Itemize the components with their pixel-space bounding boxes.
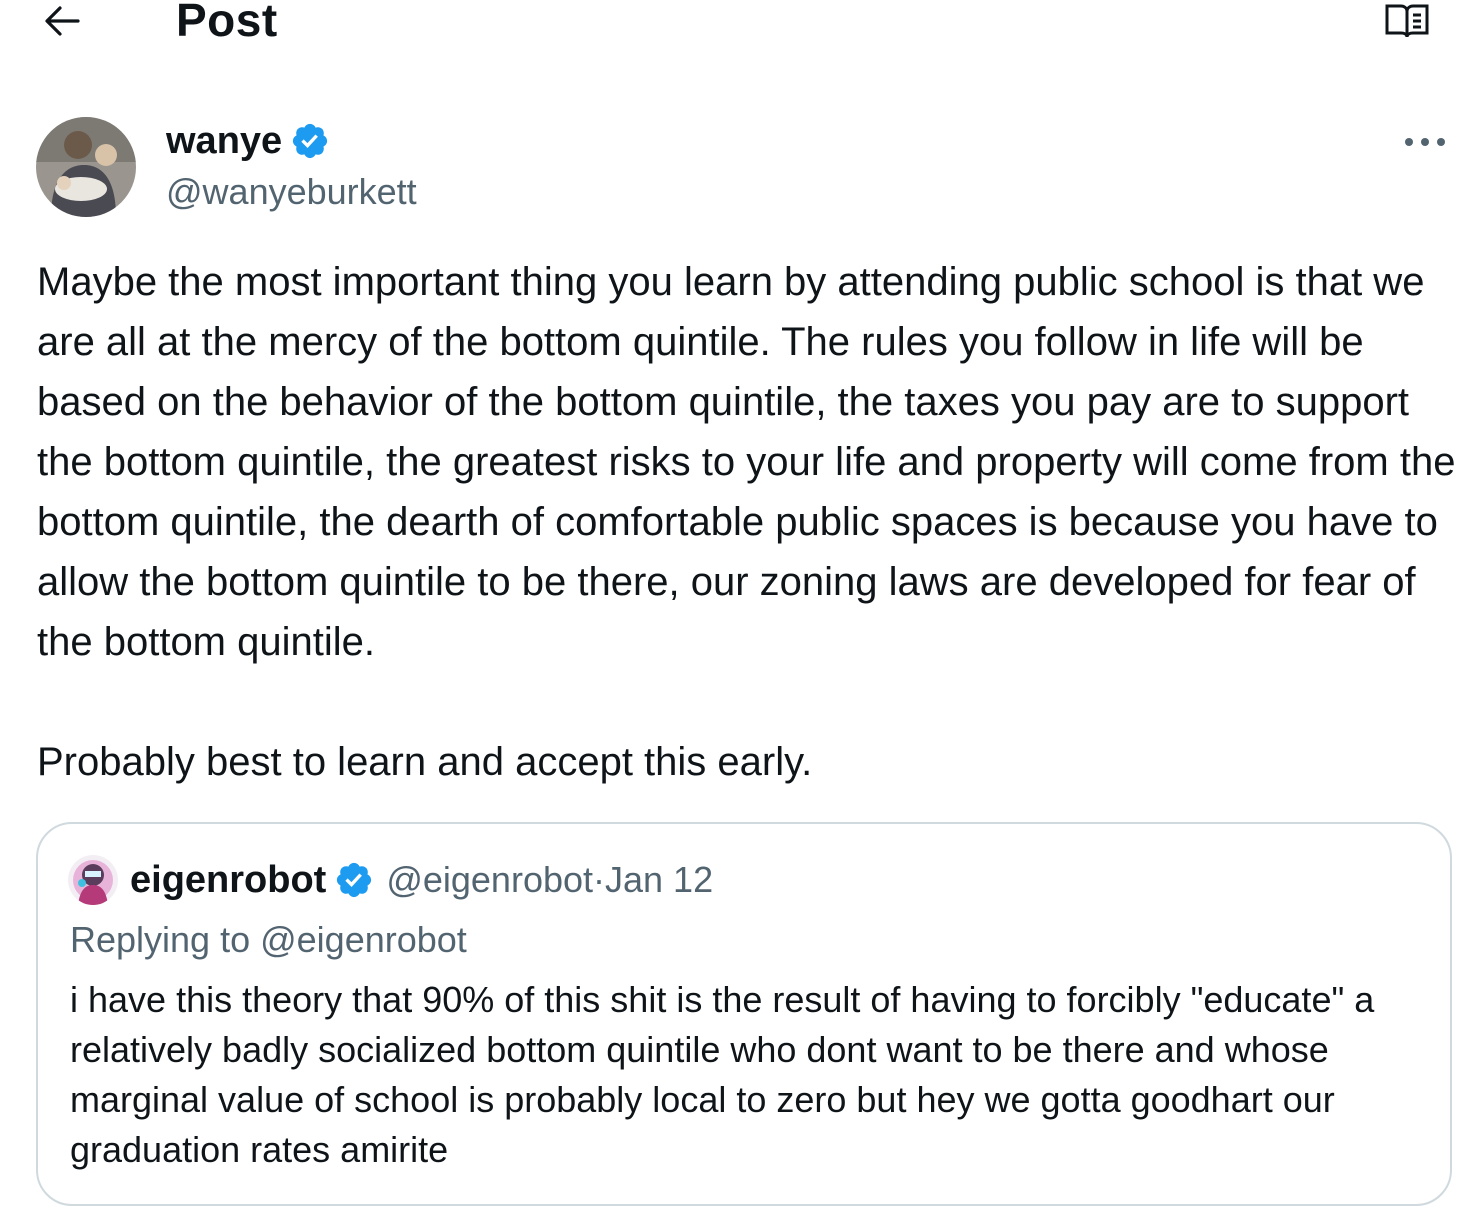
- more-options-button[interactable]: [1400, 122, 1450, 162]
- arrow-left-icon: [45, 6, 80, 36]
- back-button[interactable]: [38, 0, 86, 42]
- quoted-avatar-image: [68, 855, 118, 905]
- quoted-post-date: Jan 12: [605, 859, 714, 900]
- post-page: Post wanye @wanyeburkett Maybe the most …: [0, 0, 1476, 1220]
- quoted-post-header: eigenrobot @eigenrobot · Jan 12: [68, 854, 713, 906]
- quoted-author-handle: @eigenrobot: [386, 859, 594, 900]
- avatar-photo: [36, 117, 136, 217]
- author-name: wanye: [166, 120, 283, 162]
- post-text: Maybe the most important thing you learn…: [37, 260, 1456, 784]
- more-horizontal-icon: [1405, 138, 1445, 146]
- page-title: Post: [176, 0, 278, 46]
- verified-badge-icon: [337, 862, 372, 898]
- meta-separator: ·: [593, 859, 606, 900]
- replying-to-line: Replying to @eigenrobot: [70, 916, 467, 964]
- author-name-row[interactable]: wanye: [166, 118, 330, 164]
- author-avatar[interactable]: [36, 117, 136, 217]
- quoted-author-name: eigenrobot: [130, 859, 327, 901]
- reader-mode-button[interactable]: [1378, 0, 1436, 42]
- quoted-author-avatar: [68, 855, 118, 905]
- top-bar: Post: [0, 0, 1476, 50]
- book-open-icon: [1385, 4, 1429, 38]
- quoted-post-card[interactable]: eigenrobot @eigenrobot · Jan 12 Replying…: [36, 822, 1452, 1206]
- replying-to-handle-link[interactable]: @eigenrobot: [260, 919, 467, 960]
- verified-badge-icon: [293, 123, 328, 159]
- replying-to-prefix: Replying to: [70, 919, 261, 960]
- quoted-post-text: i have this theory that 90% of this shit…: [70, 979, 1385, 1170]
- author-handle[interactable]: @wanyeburkett: [166, 170, 417, 214]
